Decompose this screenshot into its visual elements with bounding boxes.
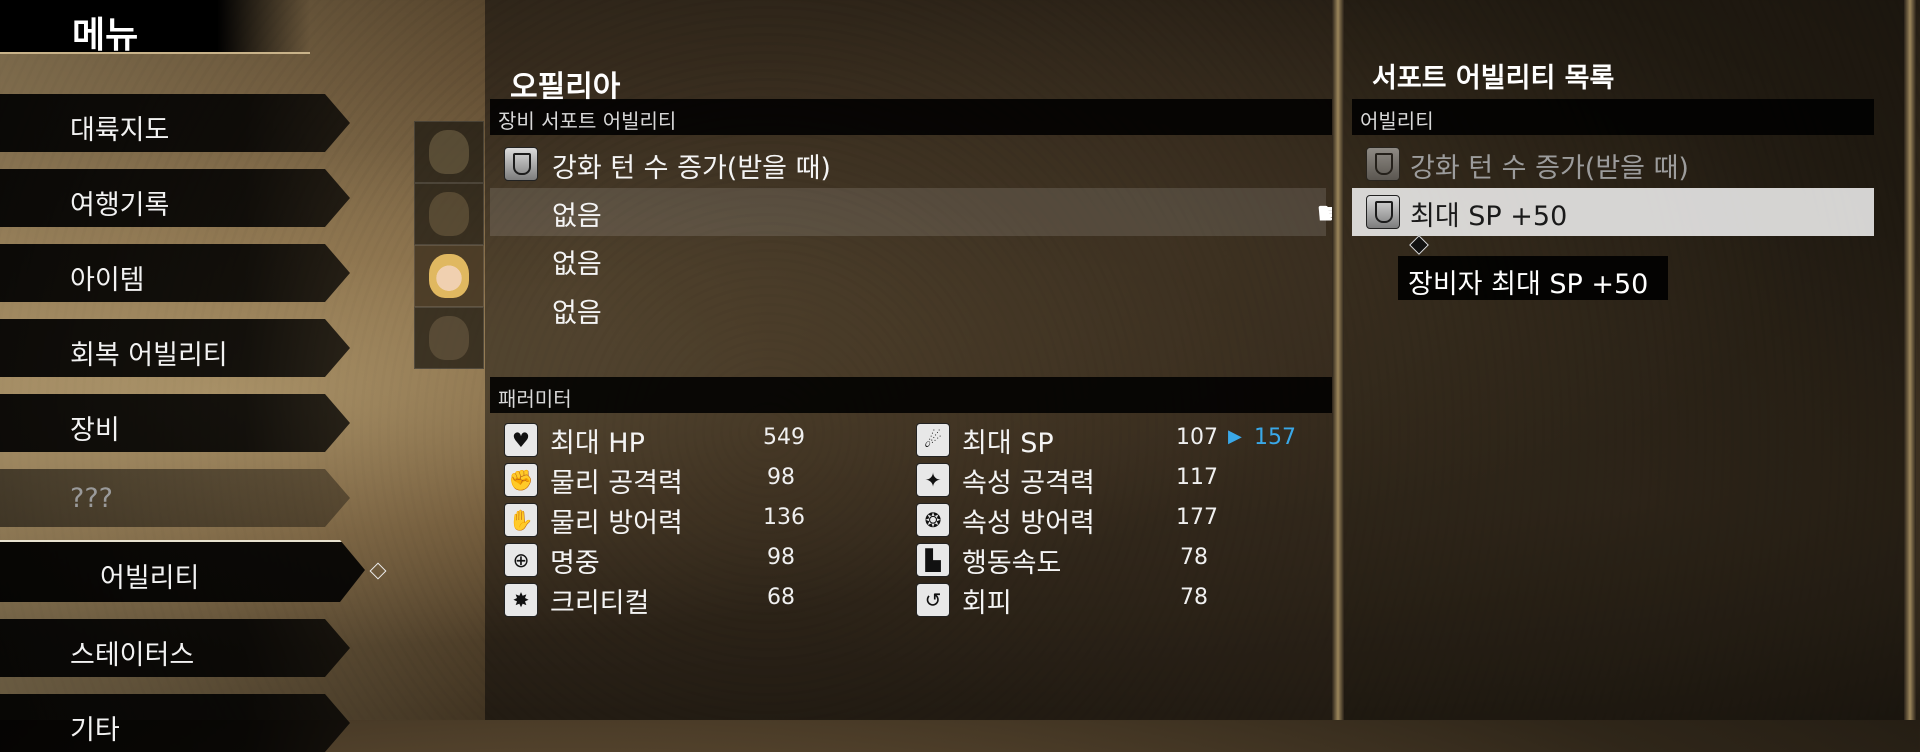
menu-item-equipment[interactable]: 장비 bbox=[0, 394, 350, 452]
support-ability-section-header: 장비 서포트 어빌리티 bbox=[490, 99, 1336, 135]
stat-value-critical: 68 bbox=[767, 585, 795, 610]
heart-icon: ♥ bbox=[504, 423, 538, 457]
target-icon: ⊕ bbox=[504, 543, 538, 577]
menu-item-items[interactable]: 아이템 bbox=[0, 244, 350, 302]
stat-label-max-sp: 최대 SP bbox=[962, 428, 1054, 459]
menu-item-label: 기타 bbox=[70, 715, 120, 746]
menu-item-label: 여행기록 bbox=[70, 190, 170, 221]
support-list-title: 서포트 어빌리티 목록 bbox=[1372, 63, 1615, 94]
party-portrait-4[interactable] bbox=[414, 307, 484, 369]
column-header-label: 어빌리티 bbox=[1360, 109, 1434, 133]
panel-divider-right bbox=[1904, 0, 1916, 720]
stat-value-elemental-attack: 117 bbox=[1176, 465, 1218, 490]
stat-value-accuracy: 98 bbox=[767, 545, 795, 570]
section-title: 패러미터 bbox=[498, 387, 572, 411]
stat-value-max-sp: 107 bbox=[1176, 425, 1218, 450]
support-ability-icon bbox=[1366, 147, 1400, 181]
menu-item-label: ??? bbox=[70, 483, 113, 514]
menu-item-unknown[interactable]: ??? bbox=[0, 469, 350, 527]
support-list-column-header: 어빌리티 bbox=[1352, 99, 1874, 135]
menu-item-label: 어빌리티 bbox=[100, 563, 200, 594]
menu-header: 메뉴 bbox=[0, 0, 310, 56]
panel-divider bbox=[1332, 0, 1344, 720]
boot-icon: ▙ bbox=[916, 543, 950, 577]
support-list-item-equipped[interactable]: 강화 턴 수 증가(받을 때) bbox=[1410, 146, 1689, 185]
support-ability-icon bbox=[1366, 195, 1400, 229]
menu-item-recovery-ability[interactable]: 회복 어빌리티 bbox=[0, 319, 350, 377]
menu-item-label: 장비 bbox=[70, 415, 120, 446]
party-portrait-3-selected[interactable] bbox=[414, 245, 484, 307]
elemental-attack-icon: ✦ bbox=[916, 463, 950, 497]
stat-label-max-hp: 최대 HP bbox=[550, 428, 645, 459]
parameters-section-header: 패러미터 bbox=[490, 377, 1336, 413]
fist-icon: ✊ bbox=[504, 463, 538, 497]
section-title: 장비 서포트 어빌리티 bbox=[498, 109, 677, 133]
menu-item-other[interactable]: 기타 bbox=[0, 694, 350, 752]
menu-title: 메뉴 bbox=[72, 15, 139, 56]
stat-label-accuracy: 명중 bbox=[550, 548, 600, 579]
portrait-face-icon bbox=[429, 130, 469, 174]
stat-value-evasion: 78 bbox=[1180, 585, 1208, 610]
support-ability-icon bbox=[504, 147, 538, 181]
portrait-face-icon bbox=[429, 316, 469, 360]
support-list-item-selected[interactable]: 최대 SP +50 bbox=[1410, 194, 1567, 233]
menu-item-ability[interactable]: 어빌리티 bbox=[0, 540, 365, 602]
tooltip-text: 장비자 최대 SP +50 bbox=[1408, 269, 1649, 300]
sp-icon: ☄ bbox=[916, 423, 950, 457]
stat-value-physical-attack: 98 bbox=[767, 465, 795, 490]
support-slot-3[interactable]: 없음 bbox=[552, 242, 602, 281]
stat-label-physical-defense: 물리 방어력 bbox=[550, 508, 683, 539]
increase-arrow-icon: ▶ bbox=[1228, 426, 1242, 447]
guard-icon: ✋ bbox=[504, 503, 538, 537]
stat-label-speed: 행동속도 bbox=[962, 548, 1062, 579]
stat-label-elemental-attack: 속성 공격력 bbox=[962, 468, 1095, 499]
stat-label-critical: 크리티컬 bbox=[550, 588, 650, 619]
portrait-face-icon bbox=[429, 254, 469, 298]
stat-value-max-hp: 549 bbox=[763, 425, 805, 450]
party-portrait-2[interactable] bbox=[414, 183, 484, 245]
menu-item-label: 회복 어빌리티 bbox=[70, 340, 228, 371]
critical-icon: ✸ bbox=[504, 583, 538, 617]
stat-value-physical-defense: 136 bbox=[763, 505, 805, 530]
menu-item-continent-map[interactable]: 대륙지도 bbox=[0, 94, 350, 152]
support-slot-1[interactable]: 강화 턴 수 증가(받을 때) bbox=[552, 146, 831, 185]
menu-item-label: 아이템 bbox=[70, 265, 145, 296]
menu-item-status[interactable]: 스테이터스 bbox=[0, 619, 350, 677]
menu-item-label: 대륙지도 bbox=[70, 115, 170, 146]
stat-label-physical-attack: 물리 공격력 bbox=[550, 468, 683, 499]
menu-item-label: 스테이터스 bbox=[70, 640, 195, 671]
portrait-face-icon bbox=[429, 192, 469, 236]
evade-icon: ↺ bbox=[916, 583, 950, 617]
ability-description-tooltip: 장비자 최대 SP +50 bbox=[1398, 256, 1668, 300]
stat-label-evasion: 회피 bbox=[962, 588, 1012, 619]
stat-new-value-max-sp: 157 bbox=[1254, 425, 1296, 450]
stat-value-elemental-defense: 177 bbox=[1176, 505, 1218, 530]
stat-label-elemental-defense: 속성 방어력 bbox=[962, 508, 1095, 539]
support-slot-4[interactable]: 없음 bbox=[552, 291, 602, 330]
stat-value-speed: 78 bbox=[1180, 545, 1208, 570]
menu-item-travel-log[interactable]: 여행기록 bbox=[0, 169, 350, 227]
elemental-defense-icon: ❂ bbox=[916, 503, 950, 537]
support-slot-highlight bbox=[490, 188, 1326, 236]
party-portrait-1[interactable] bbox=[414, 121, 484, 183]
support-slot-2[interactable]: 없음 bbox=[552, 194, 602, 233]
